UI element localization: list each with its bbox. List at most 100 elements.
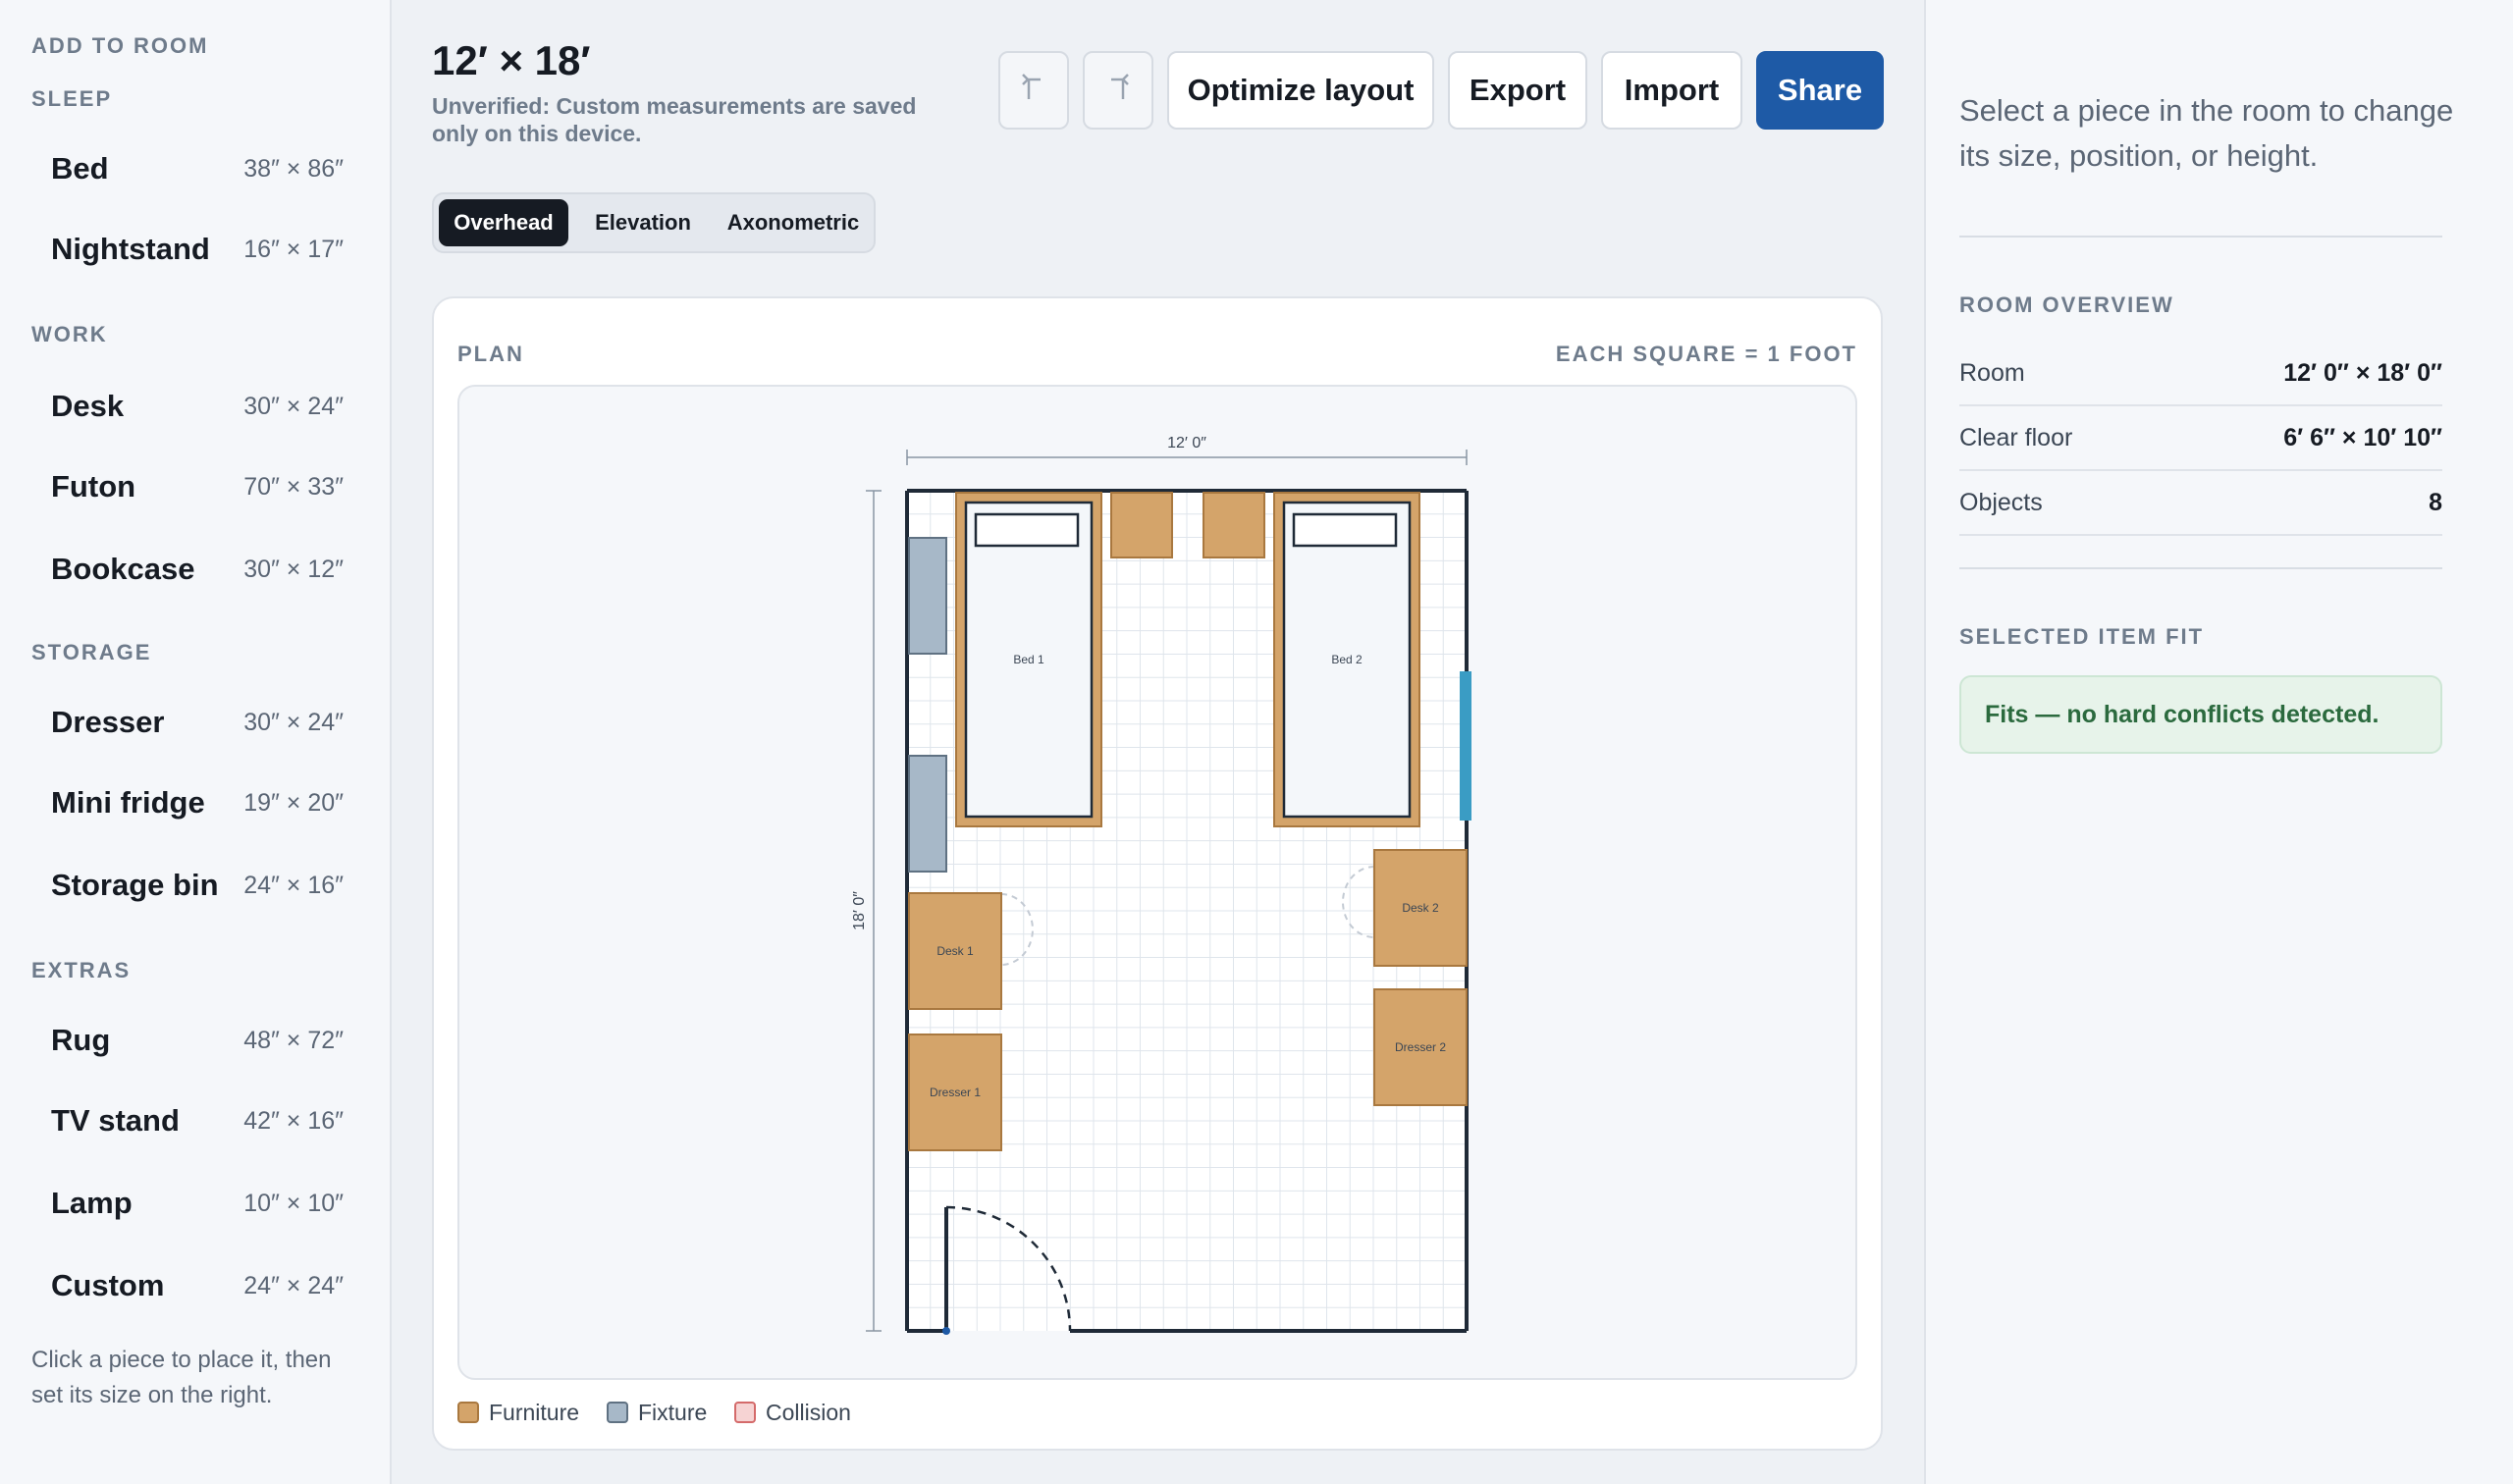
selected-item-fit-title: SELECTED ITEM FIT	[1959, 624, 2205, 649]
sidebar-item-custom[interactable]: Custom 24″ × 24″	[31, 1254, 355, 1313]
plan-canvas[interactable]: 12′ 0″ 18′ 0″ Bed 1 Bed 2 Desk 1 Desk 2 …	[457, 385, 1857, 1380]
room-overview-title: ROOM OVERVIEW	[1959, 292, 2174, 317]
item-name: TV stand	[51, 1103, 180, 1138]
item-name: Futon	[51, 469, 136, 504]
section-title-work: WORK	[31, 322, 108, 346]
overview-key: Clear floor	[1959, 424, 2073, 451]
undo-icon	[1022, 74, 1041, 99]
item-name: Storage bin	[51, 868, 219, 902]
item-dims: 38″ × 86″	[243, 155, 344, 183]
page-title: 12′ × 18′	[432, 37, 591, 83]
room-length-label: 18′ 0″	[851, 891, 868, 930]
share-button[interactable]: Share	[1756, 51, 1884, 130]
sidebar-item-lamp[interactable]: Lamp 10″ × 10″	[31, 1172, 355, 1231]
sidebar-help-text: Click a piece to place it, then set its …	[31, 1347, 332, 1408]
desk-1-label: Desk 1	[936, 944, 974, 958]
item-dims: 24″ × 24″	[243, 1272, 344, 1299]
sidebar-item-tv-stand[interactable]: TV stand 42″ × 16″	[31, 1089, 355, 1148]
divider	[1959, 567, 2442, 569]
length-dimension	[866, 490, 882, 1332]
sidebar-item-futon[interactable]: Futon 70″ × 33″	[31, 455, 355, 514]
item-name: Mini fridge	[51, 785, 205, 820]
desk-2-label: Desk 2	[1402, 901, 1439, 915]
item-name: Bookcase	[51, 552, 195, 586]
overview-row-room: Room 12′ 0″ × 18′ 0″	[1959, 342, 2442, 406]
item-name: Nightstand	[51, 232, 210, 266]
item-name: Lamp	[51, 1186, 133, 1220]
sidebar-heading: ADD TO ROOM	[31, 33, 209, 58]
plan-label: PLAN	[457, 342, 524, 366]
item-dims: 30″ × 24″	[243, 709, 344, 736]
legend-swatch-collision	[734, 1402, 756, 1423]
sidebar-item-nightstand[interactable]: Nightstand 16″ × 17″	[31, 218, 355, 277]
overview-key: Room	[1959, 359, 2025, 387]
plan-scale-note: EACH SQUARE = 1 FOOT	[1555, 342, 1857, 366]
import-button[interactable]: Import	[1601, 51, 1742, 130]
overview-row-objects: Objects 8	[1959, 471, 2442, 536]
fit-status-box: Fits — no hard conflicts detected.	[1959, 675, 2442, 754]
export-button[interactable]: Export	[1448, 51, 1587, 130]
sidebar-item-desk[interactable]: Desk 30″ × 24″	[31, 375, 355, 434]
item-name: Dresser	[51, 705, 165, 739]
redo-button[interactable]	[1083, 51, 1153, 130]
divider	[1959, 236, 2442, 238]
section-title-storage: STORAGE	[31, 640, 152, 664]
section-title-extras: EXTRAS	[31, 958, 132, 982]
plan-card: PLAN EACH SQUARE = 1 FOOT 12′ 0″ 18′ 0″ …	[432, 296, 1883, 1451]
dresser-1-label: Dresser 1	[930, 1086, 981, 1099]
sidebar-item-rug[interactable]: Rug 48″ × 72″	[31, 1009, 355, 1068]
legend-swatch-furniture	[457, 1402, 479, 1423]
sidebar-item-storage-bin[interactable]: Storage bin 24″ × 16″	[31, 854, 355, 913]
overview-value: 8	[2429, 489, 2442, 516]
sidebar-item-mini-fridge[interactable]: Mini fridge 19″ × 20″	[31, 771, 355, 830]
optimize-layout-button[interactable]: Optimize layout	[1167, 51, 1434, 130]
item-name: Custom	[51, 1268, 165, 1302]
overview-key: Objects	[1959, 489, 2043, 516]
overview-row-clear-floor: Clear floor 6′ 6″ × 10′ 10″	[1959, 406, 2442, 471]
fixture-left-upper[interactable]	[908, 537, 947, 655]
legend-label: Furniture	[489, 1400, 580, 1425]
sidebar-item-bookcase[interactable]: Bookcase 30″ × 12″	[31, 538, 355, 597]
dresser-2-label: Dresser 2	[1395, 1040, 1446, 1054]
nightstand-2[interactable]	[1203, 492, 1265, 558]
sidebar-item-dresser[interactable]: Dresser 30″ × 24″	[31, 691, 355, 750]
view-tabs: Overhead Elevation Axonometric	[432, 192, 876, 253]
sidebar-item-bed[interactable]: Bed 38″ × 86″	[31, 137, 355, 196]
item-dims: 30″ × 24″	[243, 393, 344, 420]
furniture-sidebar: ADD TO ROOM SLEEP Bed 38″ × 86″ Nightsta…	[0, 0, 392, 1484]
overview-value: 12′ 0″ × 18′ 0″	[2283, 359, 2442, 387]
tab-axonometric[interactable]: Axonometric	[718, 199, 869, 246]
item-dims: 24″ × 16″	[243, 872, 344, 899]
tab-elevation[interactable]: Elevation	[572, 199, 714, 246]
item-dims: 16″ × 17″	[243, 236, 344, 263]
window-fixture[interactable]	[1460, 671, 1471, 821]
nightstand-1[interactable]	[1110, 492, 1173, 558]
item-dims: 42″ × 16″	[243, 1107, 344, 1135]
fixture-left-lower[interactable]	[908, 755, 947, 873]
room-width-label: 12′ 0″	[1167, 435, 1206, 451]
inspector-panel: Select a piece in the room to change its…	[1924, 0, 2513, 1484]
bed-1-label: Bed 1	[1013, 653, 1044, 666]
item-dims: 30″ × 12″	[243, 556, 344, 583]
undo-button[interactable]	[998, 51, 1069, 130]
item-dims: 48″ × 72″	[243, 1027, 344, 1054]
item-name: Rug	[51, 1023, 111, 1057]
item-name: Desk	[51, 389, 125, 423]
width-dimension	[906, 450, 1468, 465]
fit-status-message: Fits — no hard conflicts detected.	[1985, 701, 2379, 728]
legend-swatch-fixture	[607, 1402, 628, 1423]
floor-plan[interactable]: 12′ 0″ 18′ 0″ Bed 1 Bed 2 Desk 1 Desk 2 …	[459, 387, 1857, 1380]
section-title-sleep: SLEEP	[31, 86, 113, 111]
item-dims: 10″ × 10″	[243, 1190, 344, 1217]
inspector-help-text: Select a piece in the room to change its…	[1959, 93, 2454, 173]
bed-2-label: Bed 2	[1331, 653, 1363, 666]
overview-value: 6′ 6″ × 10′ 10″	[2283, 424, 2442, 451]
item-dims: 70″ × 33″	[243, 473, 344, 501]
page-subtitle: Unverified: Custom measurements are save…	[432, 93, 917, 146]
legend-label: Fixture	[638, 1400, 708, 1425]
tab-overhead[interactable]: Overhead	[439, 199, 568, 246]
redo-icon	[1111, 74, 1129, 99]
item-dims: 19″ × 20″	[243, 789, 344, 817]
item-name: Bed	[51, 151, 109, 186]
legend-label: Collision	[766, 1400, 851, 1425]
